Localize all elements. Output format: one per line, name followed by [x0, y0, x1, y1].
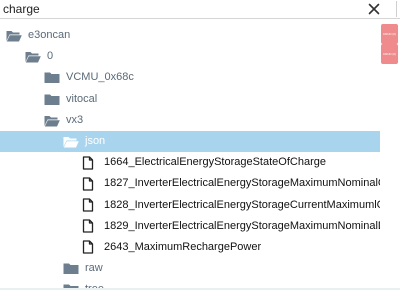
- tree-item-label: 0: [47, 50, 54, 63]
- tree-item-label: json: [85, 134, 106, 147]
- file-icon: [82, 216, 94, 237]
- search-bar: [0, 0, 400, 19]
- side-badge[interactable]: CRUD (0): [381, 44, 398, 64]
- search-divider: [396, 1, 397, 17]
- folder-open-icon: [44, 110, 60, 131]
- tree-item-label: VCMU_0x68c: [66, 71, 134, 84]
- folder-icon: [63, 258, 79, 279]
- tree-item-label: 2643_MaximumRechargePower: [104, 240, 262, 253]
- tree-item-label: 1829_InverterElectricalEnergyStorageMaxi…: [104, 219, 380, 232]
- folder-open-icon: [6, 25, 22, 46]
- tree-folder-row[interactable]: vx3: [0, 110, 380, 131]
- folder-icon: [44, 67, 60, 88]
- tree-item-label: vx3: [66, 113, 84, 126]
- file-icon: [82, 237, 94, 258]
- tree-folder-row[interactable]: 0: [0, 46, 380, 67]
- tree-item-label: 1664_ElectricalEnergyStorageStateOfCharg…: [104, 156, 326, 169]
- tree-item-label: 1827_InverterElectricalEnergyStorageMaxi…: [104, 177, 380, 190]
- tree-folder-row[interactable]: raw: [0, 258, 380, 279]
- file-icon: [82, 173, 94, 194]
- tree-item-label: vitocal: [66, 92, 98, 105]
- file-icon: [82, 152, 94, 173]
- tree-file-row[interactable]: 2643_MaximumRechargePower: [0, 237, 380, 258]
- tree-folder-row[interactable]: e3oncan: [0, 25, 380, 46]
- tree-item-label: raw: [85, 262, 103, 275]
- folder-open-icon: [63, 131, 79, 152]
- tree-folder-row[interactable]: vitocal: [0, 89, 380, 110]
- tree-item-label: e3oncan: [28, 29, 71, 41]
- tree-file-row[interactable]: 1664_ElectricalEnergyStorageStateOfCharg…: [0, 152, 380, 173]
- tree-folder-row[interactable]: VCMU_0x68c: [0, 67, 380, 88]
- tree-file-row[interactable]: 1828_InverterElectricalEnergyStorageCurr…: [0, 195, 380, 216]
- side-action-rail: CRUD (0) CRUD (0): [380, 20, 400, 290]
- clear-search-button[interactable]: [360, 0, 400, 18]
- close-icon: [368, 3, 380, 15]
- tree-file-row[interactable]: 1829_InverterElectricalEnergyStorageMaxi…: [0, 216, 380, 237]
- side-badge[interactable]: CRUD (0): [381, 24, 398, 44]
- object-tree: e3oncan 0 VCMU_0x68cvitocal vx3 json 1664_Ele…: [0, 25, 380, 290]
- tree-folder-row[interactable]: json: [0, 130, 380, 152]
- tree-item-label: 1828_InverterElectricalEnergyStorageCurr…: [104, 198, 380, 211]
- tree-file-row[interactable]: 1827_InverterElectricalEnergyStorageMaxi…: [0, 173, 380, 194]
- folder-open-icon: [25, 46, 41, 67]
- file-icon: [82, 195, 94, 216]
- folder-icon: [44, 89, 60, 110]
- search-input[interactable]: [3, 0, 363, 17]
